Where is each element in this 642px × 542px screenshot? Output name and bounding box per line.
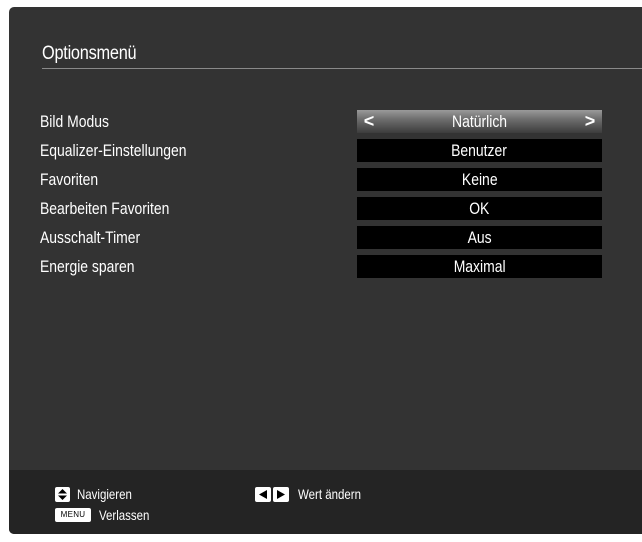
setting-row-sleep-timer[interactable]: Ausschalt-Timer Aus bbox=[9, 223, 642, 252]
setting-label: Ausschalt-Timer bbox=[40, 228, 141, 247]
right-arrow-key-icon bbox=[273, 486, 289, 502]
favorites-value[interactable]: Keine bbox=[357, 168, 602, 191]
setting-value: Aus bbox=[467, 228, 492, 247]
setting-value: Benutzer bbox=[451, 141, 508, 160]
setting-value: OK bbox=[469, 199, 490, 218]
edit-favorites-value[interactable]: OK bbox=[357, 197, 602, 220]
exit-hint: MENU Verlassen bbox=[55, 507, 160, 523]
change-value-label: Wert ändern bbox=[298, 486, 361, 502]
setting-label: Favoriten bbox=[40, 170, 99, 189]
setting-label: Bild Modus bbox=[40, 112, 109, 131]
navigate-hint: Navigieren bbox=[55, 486, 144, 502]
setting-value: Natürlich bbox=[451, 112, 508, 131]
energy-saving-value[interactable]: Maximal bbox=[357, 255, 602, 278]
picture-mode-selector[interactable]: < Natürlich > bbox=[357, 110, 602, 133]
setting-row-favorites[interactable]: Favoriten Keine bbox=[9, 165, 642, 194]
setting-row-equalizer[interactable]: Equalizer-Einstellungen Benutzer bbox=[9, 136, 642, 165]
left-arrow-key-icon bbox=[255, 486, 271, 502]
equalizer-value[interactable]: Benutzer bbox=[357, 139, 602, 162]
setting-label: Energie sparen bbox=[40, 257, 135, 276]
setting-row-picture-mode[interactable]: Bild Modus < Natürlich > bbox=[9, 107, 642, 136]
change-value-hint: Wert ändern bbox=[255, 486, 375, 502]
footer-help-bar: Navigieren Wert ändern MENU Verlassen bbox=[9, 470, 642, 534]
tv-screen: Optionsmenü Bild Modus < Natürlich > Equ… bbox=[0, 0, 642, 542]
setting-value: Keine bbox=[461, 170, 498, 189]
exit-label: Verlassen bbox=[99, 507, 150, 523]
setting-label: Bearbeiten Favoriten bbox=[40, 199, 170, 218]
menu-key-icon: MENU bbox=[55, 508, 91, 522]
setting-row-edit-favorites[interactable]: Bearbeiten Favoriten OK bbox=[9, 194, 642, 223]
options-menu-panel: Optionsmenü Bild Modus < Natürlich > Equ… bbox=[9, 7, 642, 534]
chevron-left-icon[interactable]: < bbox=[359, 110, 379, 133]
menu-title: Optionsmenü bbox=[42, 43, 137, 64]
chevron-right-icon[interactable]: > bbox=[580, 110, 600, 133]
setting-label: Equalizer-Einstellungen bbox=[40, 141, 187, 160]
setting-value: Maximal bbox=[453, 257, 506, 276]
sleep-timer-value[interactable]: Aus bbox=[357, 226, 602, 249]
title-divider bbox=[42, 68, 642, 69]
setting-row-energy-saving[interactable]: Energie sparen Maximal bbox=[9, 252, 642, 281]
up-down-arrow-key-icon bbox=[55, 486, 70, 502]
navigate-label: Navigieren bbox=[77, 486, 132, 502]
